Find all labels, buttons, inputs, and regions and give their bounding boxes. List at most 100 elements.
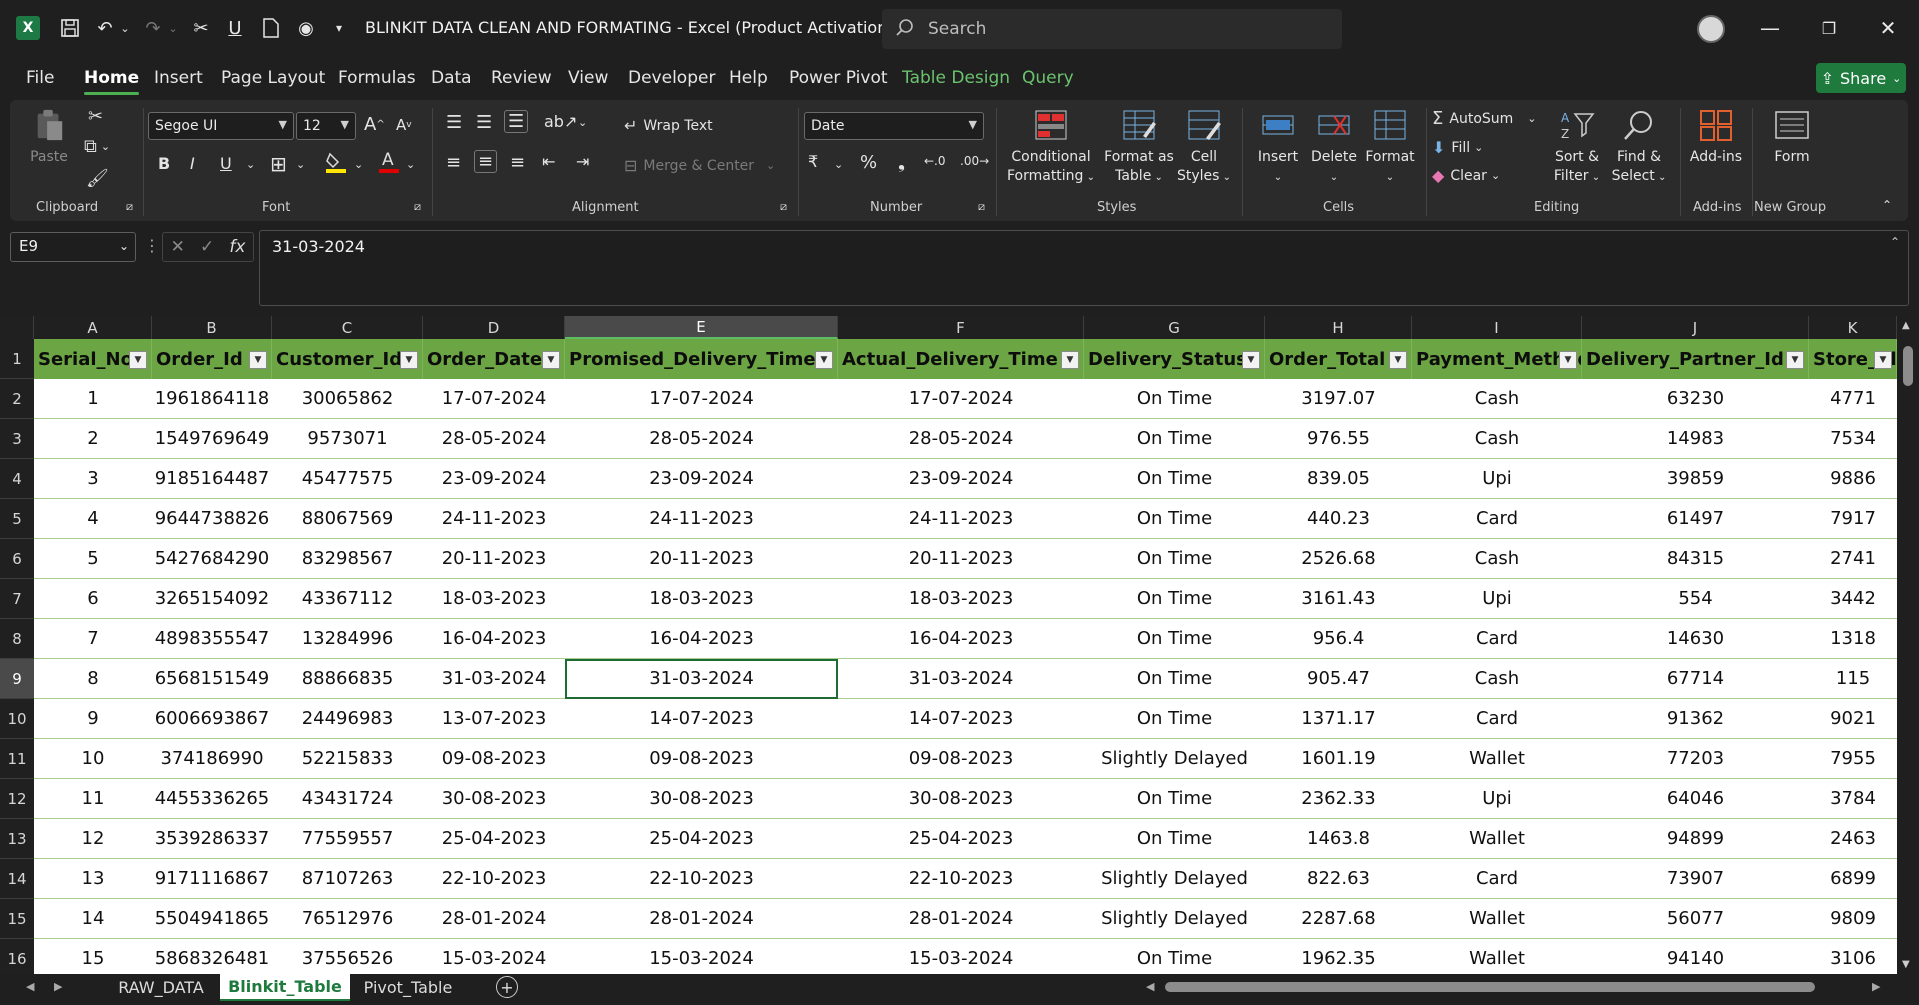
align-center-icon[interactable]: ≡ (474, 150, 498, 173)
row-header-4[interactable]: 4 (0, 459, 34, 499)
table-cell[interactable]: 28-01-2024 (423, 899, 565, 939)
table-cell[interactable]: 24-11-2023 (423, 499, 565, 539)
table-cell[interactable]: 9886 (1809, 459, 1897, 499)
row-header-5[interactable]: 5 (0, 499, 34, 539)
decrease-decimal-icon[interactable]: .00→ (960, 154, 989, 168)
format-cells-button[interactable]: Format ⌄ (1362, 108, 1418, 187)
table-cell[interactable]: 22-10-2023 (565, 859, 838, 899)
clipboard-launcher-icon[interactable]: ⧄ (126, 200, 133, 214)
table-cell[interactable]: On Time (1084, 459, 1265, 499)
table-header-order-total[interactable]: Order_Total ▼ (1265, 339, 1412, 379)
table-cell[interactable]: 28-01-2024 (565, 899, 838, 939)
comma-style-icon[interactable]: ❟ (898, 152, 905, 173)
table-cell[interactable]: 2741 (1809, 539, 1897, 579)
table-cell[interactable]: 9171116867 (152, 859, 272, 899)
tab-power-pivot[interactable]: Power Pivot (789, 68, 888, 88)
save-icon[interactable] (56, 14, 84, 42)
row-header-11[interactable]: 11 (0, 739, 34, 779)
table-cell[interactable]: 14-07-2023 (565, 699, 838, 739)
table-cell[interactable]: 20-11-2023 (565, 539, 838, 579)
table-cell[interactable]: 3442 (1809, 579, 1897, 619)
table-cell[interactable]: 16-04-2023 (838, 619, 1084, 659)
table-cell[interactable]: Cash (1412, 379, 1582, 419)
table-cell[interactable]: 30065862 (272, 379, 423, 419)
table-cell[interactable]: 1371.17 (1265, 699, 1412, 739)
align-bottom-icon[interactable]: ☰ (504, 110, 529, 133)
table-header-delivery-status[interactable]: Delivery_Status ▼ (1084, 339, 1265, 379)
table-cell[interactable]: 4771 (1809, 379, 1897, 419)
table-cell[interactable]: 39859 (1582, 459, 1809, 499)
table-cell[interactable]: 3265154092 (152, 579, 272, 619)
table-cell[interactable]: 25-04-2023 (838, 819, 1084, 859)
table-cell[interactable]: 839.05 (1265, 459, 1412, 499)
table-cell[interactable]: 1962.35 (1265, 939, 1412, 974)
name-box[interactable]: E9 ⌄ (10, 232, 136, 262)
table-cell[interactable]: 20-11-2023 (838, 539, 1084, 579)
table-cell[interactable]: Card (1412, 699, 1582, 739)
table-cell[interactable]: Slightly Delayed (1084, 859, 1265, 899)
row-header-3[interactable]: 3 (0, 419, 34, 459)
table-cell[interactable]: 15 (34, 939, 152, 974)
accounting-format-icon[interactable]: ₹ (808, 152, 818, 171)
table-cell[interactable]: 3197.07 (1265, 379, 1412, 419)
table-cell[interactable]: 77559557 (272, 819, 423, 859)
filter-dropdown-icon[interactable]: ▼ (249, 351, 267, 369)
font-color-dropdown-icon[interactable]: ⌄ (406, 158, 415, 171)
table-cell[interactable]: 15-03-2024 (838, 939, 1084, 974)
table-cell[interactable]: 554 (1582, 579, 1809, 619)
redo-icon[interactable]: ↷ (140, 14, 166, 42)
table-cell[interactable]: 4898355547 (152, 619, 272, 659)
cut-icon[interactable]: ✂ (88, 106, 103, 127)
table-cell[interactable]: 61497 (1582, 499, 1809, 539)
table-cell[interactable]: 9 (34, 699, 152, 739)
find-select-button[interactable]: Find & Select ⌄ (1610, 108, 1668, 187)
table-cell[interactable]: Upi (1412, 579, 1582, 619)
table-cell[interactable]: 17-07-2024 (838, 379, 1084, 419)
clear-button[interactable]: ◆ Clear ⌄ (1432, 166, 1500, 185)
add-sheet-icon[interactable]: + (496, 976, 518, 998)
format-painter-icon[interactable]: 🖌 (86, 168, 109, 189)
table-cell[interactable]: 13284996 (272, 619, 423, 659)
table-cell[interactable]: 17-07-2024 (423, 379, 565, 419)
table-cell[interactable]: 23-09-2024 (565, 459, 838, 499)
table-cell[interactable]: 22-10-2023 (838, 859, 1084, 899)
cut-icon[interactable]: ✂ (188, 14, 214, 42)
table-cell[interactable]: 16-04-2023 (565, 619, 838, 659)
cell-styles-button[interactable]: Cell Styles ⌄ (1176, 108, 1232, 187)
table-cell[interactable]: 24-11-2023 (565, 499, 838, 539)
increase-indent-icon[interactable]: ⇥ (576, 152, 589, 171)
row-header-8[interactable]: 8 (0, 619, 34, 659)
table-cell[interactable]: 30-08-2023 (565, 779, 838, 819)
table-header-store-id[interactable]: Store_Id ▼ (1809, 339, 1897, 379)
fill-color-icon[interactable] (324, 150, 348, 174)
table-cell[interactable]: 9573071 (272, 419, 423, 459)
table-cell[interactable]: 14983 (1582, 419, 1809, 459)
table-cell[interactable]: 09-08-2023 (565, 739, 838, 779)
column-header-k[interactable]: K (1809, 316, 1897, 339)
table-cell[interactable]: 6568151549 (152, 659, 272, 699)
column-header-g[interactable]: G (1084, 316, 1265, 339)
table-cell[interactable]: 45477575 (272, 459, 423, 499)
table-cell[interactable]: On Time (1084, 419, 1265, 459)
table-cell[interactable]: On Time (1084, 779, 1265, 819)
filter-dropdown-icon[interactable]: ▼ (542, 351, 560, 369)
table-cell[interactable]: 88866835 (272, 659, 423, 699)
table-cell[interactable]: 2463 (1809, 819, 1897, 859)
table-cell[interactable]: 15-03-2024 (565, 939, 838, 974)
table-cell[interactable]: 976.55 (1265, 419, 1412, 459)
wrap-text-button[interactable]: ↵ Wrap Text (624, 116, 713, 135)
sheet-tab-raw-data[interactable]: RAW_DATA (104, 974, 218, 1001)
tab-review[interactable]: Review (491, 68, 552, 88)
table-cell[interactable]: 14 (34, 899, 152, 939)
orientation-icon[interactable]: ab↗ (544, 112, 577, 131)
table-cell[interactable]: 4455336265 (152, 779, 272, 819)
table-header-delivery-partner-id[interactable]: Delivery_Partner_Id ▼ (1582, 339, 1809, 379)
table-cell[interactable]: 2362.33 (1265, 779, 1412, 819)
underline-icon[interactable]: U (220, 154, 232, 173)
autosum-button[interactable]: Σ AutoSum ⌄ (1432, 108, 1537, 129)
filter-dropdown-icon[interactable]: ▼ (1786, 351, 1804, 369)
column-header-h[interactable]: H (1265, 316, 1412, 339)
worksheet-grid[interactable]: ABCDEFGHIJK 1 2 3 4 5 6 7 8 9 10 11 12 13 14 15 16 Seria… (0, 316, 1919, 974)
align-top-icon[interactable]: ☰ (446, 112, 462, 133)
table-cell[interactable]: 25-04-2023 (565, 819, 838, 859)
